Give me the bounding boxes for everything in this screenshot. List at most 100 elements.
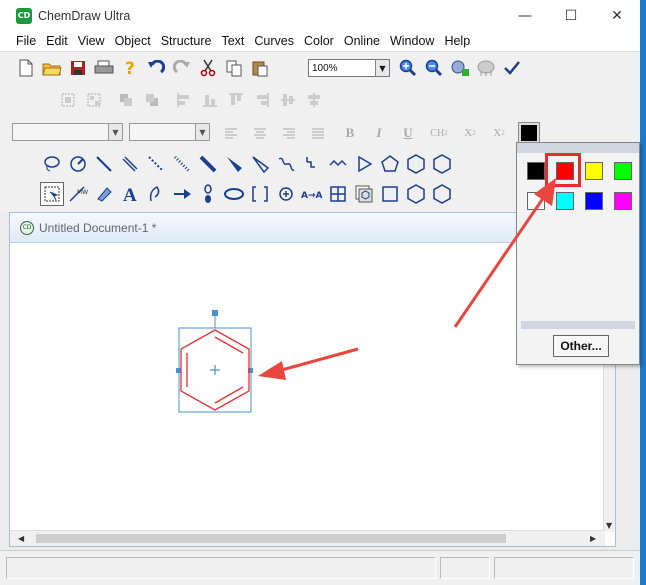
swatch-blue[interactable]: [585, 192, 603, 210]
arrow-tool-icon[interactable]: [170, 182, 194, 206]
cyclohexane-chair-icon[interactable]: [404, 182, 428, 206]
rotate-tool-icon[interactable]: [66, 152, 90, 176]
lasso-tool-icon[interactable]: [40, 152, 64, 176]
menu-curves[interactable]: Curves: [250, 34, 298, 48]
zoom-select[interactable]: 100% ▼: [308, 59, 390, 77]
open-folder-icon[interactable]: [40, 56, 64, 80]
pen-tool-icon[interactable]: [144, 182, 168, 206]
swatch-green[interactable]: [614, 162, 632, 180]
chevron-down-icon[interactable]: ▼: [375, 60, 389, 76]
check-structure-icon[interactable]: [500, 56, 524, 80]
maximize-icon[interactable]: ☐: [548, 0, 594, 31]
italic-button[interactable]: I: [368, 124, 390, 142]
mass-fragmentation-icon[interactable]: MW: [66, 182, 90, 206]
double-bond-icon[interactable]: [118, 152, 142, 176]
close-icon[interactable]: ✕: [594, 0, 640, 31]
align-text-center-icon[interactable]: [249, 124, 271, 142]
menu-online[interactable]: Online: [340, 34, 384, 48]
other-color-button[interactable]: Other...: [553, 335, 609, 357]
scroll-right-icon[interactable]: ▶: [590, 534, 596, 543]
wedge-bond-icon[interactable]: [222, 152, 246, 176]
color-picker-button[interactable]: [518, 122, 540, 144]
superscript-button[interactable]: X2: [488, 124, 510, 142]
chevron-down-icon[interactable]: ▼: [195, 124, 209, 140]
align-top-objects-icon[interactable]: [224, 88, 248, 112]
structure-to-name-icon[interactable]: [448, 56, 472, 80]
wavy-bond-icon[interactable]: [274, 152, 298, 176]
menu-object[interactable]: Object: [111, 34, 155, 48]
font-select[interactable]: ▼: [12, 123, 123, 141]
chemical-symbols-icon[interactable]: [274, 182, 298, 206]
align-bottom-objects-icon[interactable]: [198, 88, 222, 112]
menu-edit[interactable]: Edit: [42, 34, 72, 48]
align-center-h-icon[interactable]: [276, 88, 300, 112]
bold-button[interactable]: B: [339, 124, 361, 142]
chain-tool-icon[interactable]: [300, 152, 324, 176]
acyclic-chain-icon[interactable]: [326, 152, 350, 176]
align-text-left-icon[interactable]: [220, 124, 242, 142]
swatch-black[interactable]: [527, 162, 545, 180]
align-center-v-icon[interactable]: [302, 88, 326, 112]
undo-icon[interactable]: [144, 56, 168, 80]
menu-color[interactable]: Color: [300, 34, 338, 48]
horizontal-scrollbar[interactable]: ◀ ▶: [10, 530, 605, 546]
menu-structure[interactable]: Structure: [157, 34, 216, 48]
menu-text[interactable]: Text: [217, 34, 248, 48]
bold-bond-icon[interactable]: [196, 152, 220, 176]
square-shape-icon[interactable]: [378, 182, 402, 206]
swatch-white[interactable]: [527, 192, 545, 210]
dashed-bond-icon[interactable]: [144, 152, 168, 176]
group-icon[interactable]: [56, 88, 80, 112]
swatch-magenta[interactable]: [614, 192, 632, 210]
copy-icon[interactable]: [222, 56, 246, 80]
save-icon[interactable]: [66, 56, 90, 80]
new-document-icon[interactable]: [14, 56, 38, 80]
drawing-elements-icon[interactable]: [222, 182, 246, 206]
align-text-right-icon[interactable]: [278, 124, 300, 142]
swatch-cyan[interactable]: [556, 192, 574, 210]
menu-window[interactable]: Window: [386, 34, 438, 48]
menu-help[interactable]: Help: [440, 34, 474, 48]
print-icon[interactable]: [92, 56, 116, 80]
redo-icon[interactable]: [170, 56, 194, 80]
send-to-back-icon[interactable]: [140, 88, 164, 112]
align-left-objects-icon[interactable]: [172, 88, 196, 112]
hollow-wedge-bond-icon[interactable]: [248, 152, 272, 176]
minimize-icon[interactable]: —: [502, 0, 548, 31]
paste-icon[interactable]: [248, 56, 272, 80]
help-question-icon[interactable]: ?: [118, 56, 142, 80]
font-size-select[interactable]: ▼: [129, 123, 210, 141]
scroll-down-icon[interactable]: ▼: [606, 521, 612, 530]
zoom-out-icon[interactable]: [422, 56, 446, 80]
eraser-icon[interactable]: [92, 182, 116, 206]
benzene-ring-icon[interactable]: [430, 152, 454, 176]
scroll-thumb[interactable]: [36, 534, 506, 543]
ungroup-icon[interactable]: [82, 88, 106, 112]
swatch-yellow[interactable]: [585, 162, 603, 180]
marquee-select-icon[interactable]: [40, 182, 64, 206]
brackets-tool-icon[interactable]: [248, 182, 272, 206]
triangle-ring-icon[interactable]: [352, 152, 376, 176]
orbital-tool-icon[interactable]: [196, 182, 220, 206]
cut-scissors-icon[interactable]: [196, 56, 220, 80]
templates-tool-icon[interactable]: [352, 182, 376, 206]
single-bond-icon[interactable]: [92, 152, 116, 176]
underline-button[interactable]: U: [397, 124, 419, 142]
cycloheptane-ring-icon[interactable]: [430, 182, 454, 206]
scroll-left-icon[interactable]: ◀: [18, 534, 24, 543]
cyclohexane-ring-icon[interactable]: [404, 152, 428, 176]
cyclopentane-ring-icon[interactable]: [378, 152, 402, 176]
menu-view[interactable]: View: [74, 34, 109, 48]
align-right-objects-icon[interactable]: [250, 88, 274, 112]
subscript-button[interactable]: X2: [459, 124, 481, 142]
hashed-bond-icon[interactable]: [170, 152, 194, 176]
justify-text-icon[interactable]: [307, 124, 329, 142]
text-tool-icon[interactable]: A: [118, 182, 142, 206]
menu-file[interactable]: File: [12, 34, 40, 48]
popup-drag-bar[interactable]: [517, 143, 639, 153]
query-tool-icon[interactable]: A→A: [300, 182, 324, 206]
table-tool-icon[interactable]: [326, 182, 350, 206]
name-to-structure-icon[interactable]: [474, 56, 498, 80]
zoom-in-icon[interactable]: [396, 56, 420, 80]
chemistry-formula-button[interactable]: CH 2: [428, 124, 450, 142]
